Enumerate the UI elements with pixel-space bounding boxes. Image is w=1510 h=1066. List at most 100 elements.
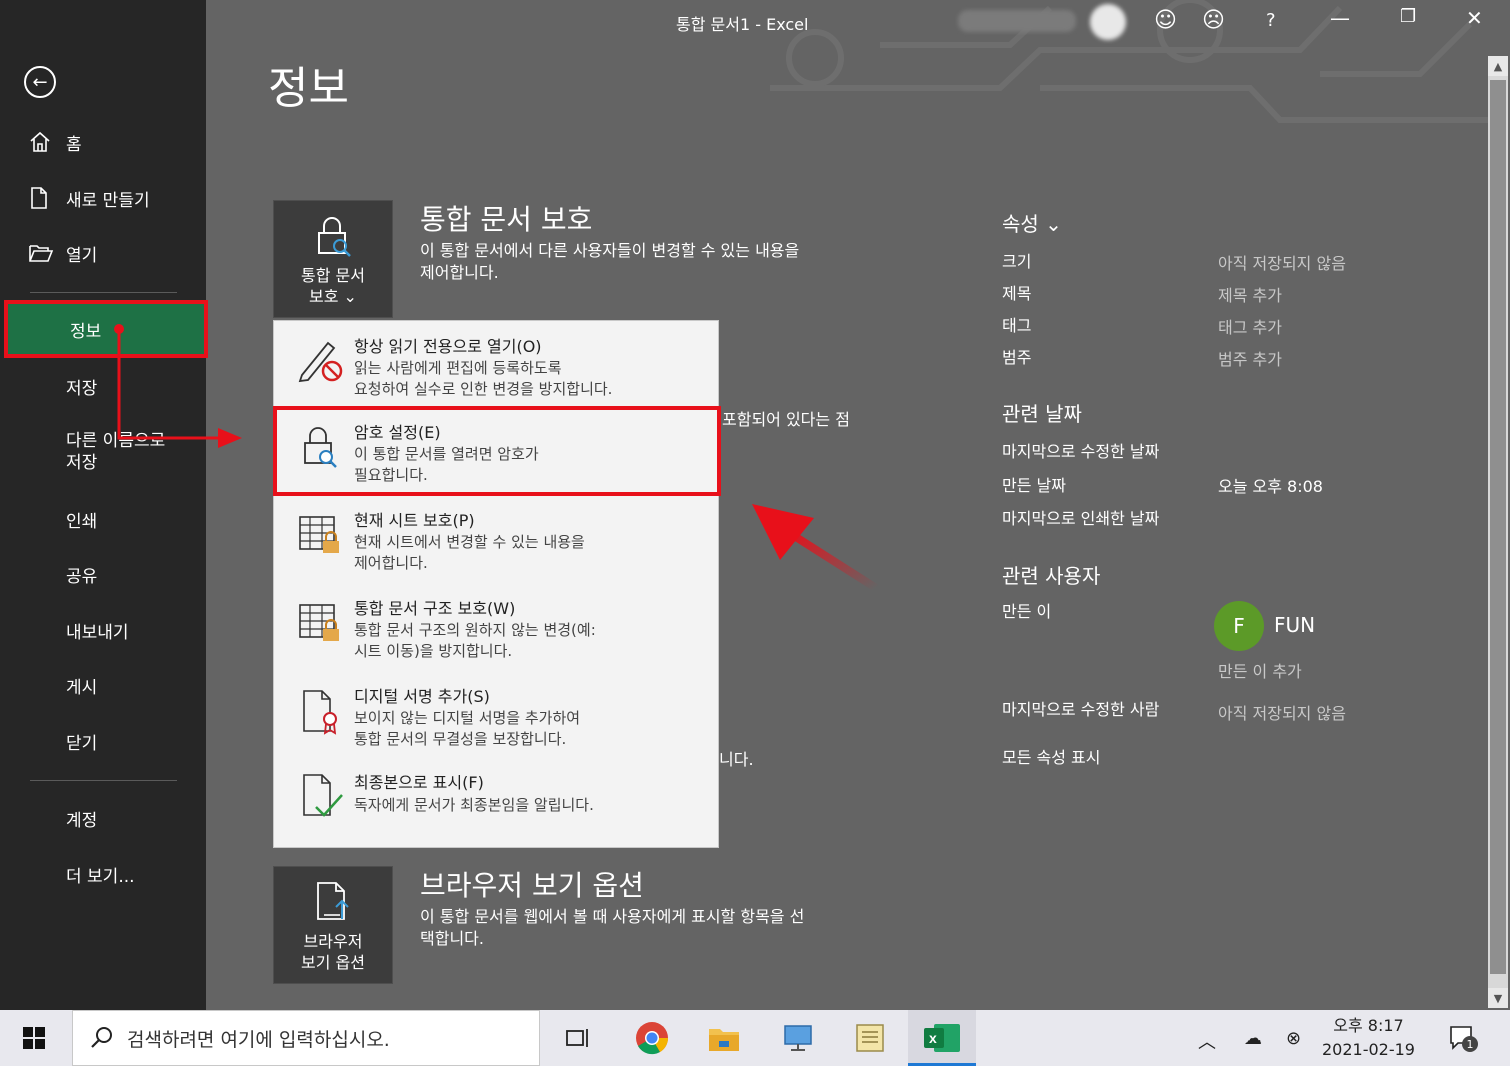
- browser-section-desc: 이 통합 문서를 웹에서 볼 때 사용자에게 표시할 항목을 선 택합니다.: [420, 907, 805, 948]
- sidebar-item-new[interactable]: 새로 만들기: [0, 176, 206, 220]
- chevron-up-icon[interactable]: ︿: [1198, 1028, 1216, 1054]
- menu-item-digital-signature[interactable]: 디지털 서명 추가(S) 보이지 않는 디지털 서명을 추가하여 통합 문서의 …: [274, 673, 718, 759]
- menu-item-protect-structure[interactable]: 통합 문서 구조 보호(W) 통합 문서 구조의 원하지 않는 변경(예: 시트…: [274, 585, 718, 671]
- sidebar-item-label: 공유: [66, 566, 98, 587]
- sidebar-item-label: 내보내기: [66, 622, 129, 643]
- task-view-icon[interactable]: [558, 1018, 598, 1058]
- vertical-scrollbar[interactable]: ▲ ▼: [1488, 56, 1508, 1008]
- menu-item-title: 최종본으로 표시(F): [354, 773, 484, 792]
- prop-label-created: 만든 날짜: [1002, 476, 1066, 495]
- browser-view-options-button[interactable]: 브라우저 보기 옵션: [273, 866, 393, 984]
- author-name[interactable]: FUN: [1274, 613, 1315, 637]
- menu-item-desc: 독자에게 문서가 최종본임을 알립니다.: [354, 796, 594, 814]
- scroll-thumb[interactable]: [1490, 80, 1506, 974]
- scroll-down-icon[interactable]: ▼: [1488, 988, 1508, 1008]
- add-author-link[interactable]: 만든 이 추가: [1218, 658, 1302, 682]
- pencil-prohibited-icon: [298, 341, 343, 383]
- title-bar: 통합 문서1 - Excel ☺ ☹ ? — ❐ ✕: [206, 0, 1510, 44]
- user-avatar[interactable]: [1090, 4, 1126, 40]
- related-people-heading: 관련 사용자: [1002, 564, 1101, 588]
- excel-icon: x: [922, 1020, 962, 1056]
- prop-label-last-modified: 마지막으로 수정한 날짜: [1002, 442, 1160, 461]
- hidden-section-text: 포함되어 있다는 점: [722, 410, 850, 429]
- svg-text:x: x: [929, 1030, 937, 1046]
- menu-item-desc: 현재 시트에서 변경할 수 있는 내용을 제어합니다.: [354, 533, 585, 572]
- sidebar-item-label: 정보: [70, 321, 102, 342]
- lock-search-icon: [318, 217, 351, 257]
- menu-item-title: 디지털 서명 추가(S): [354, 687, 490, 706]
- user-name-blurred[interactable]: [958, 10, 1076, 32]
- help-button[interactable]: ?: [1266, 10, 1276, 31]
- menu-item-title: 통합 문서 구조 보호(W): [354, 599, 516, 618]
- sidebar-item-label: 인쇄: [66, 511, 98, 532]
- sidebar-item-share[interactable]: 공유: [0, 552, 206, 596]
- browser-section-title: 브라우저 보기 옵션: [420, 869, 644, 902]
- file-explorer-icon[interactable]: [704, 1018, 744, 1058]
- remote-desktop-icon[interactable]: [778, 1018, 818, 1058]
- minimize-icon[interactable]: —: [1330, 6, 1350, 30]
- restore-icon[interactable]: ❐: [1400, 6, 1416, 27]
- close-icon[interactable]: ✕: [1466, 6, 1483, 30]
- menu-item-mark-as-final[interactable]: 최종본으로 표시(F) 독자에게 문서가 최종본임을 알립니다.: [274, 761, 718, 841]
- notification-icon[interactable]: 1: [1448, 1024, 1478, 1052]
- author-avatar[interactable]: F: [1214, 601, 1264, 651]
- page-title: 정보: [268, 63, 349, 114]
- smile-feedback-icon[interactable]: ☺: [1154, 8, 1177, 33]
- notepad-calculator-icon[interactable]: [850, 1018, 890, 1058]
- menu-item-protect-sheet[interactable]: 현재 시트 보호(P) 현재 시트에서 변경할 수 있는 내용을 제어합니다.: [274, 497, 718, 583]
- workbook-structure-lock-icon: [299, 604, 339, 641]
- sidebar-item-home[interactable]: 홈: [0, 120, 206, 164]
- prop-value-title[interactable]: 제목 추가: [1218, 282, 1282, 306]
- search-placeholder: 검색하려면 여기에 입력하십시오.: [127, 1028, 390, 1051]
- search-icon: [91, 1027, 112, 1048]
- windows-start-icon[interactable]: [14, 1018, 54, 1058]
- clock-date: 2021-02-19: [1322, 1040, 1415, 1059]
- new-document-icon: [28, 186, 56, 210]
- taskbar-search-box[interactable]: 검색하려면 여기에 입력하십시오.: [72, 1010, 540, 1066]
- protect-section-title: 통합 문서 보호: [420, 203, 593, 236]
- prop-label-categories: 범주: [1002, 348, 1032, 367]
- prop-value-created: 오늘 오후 8:08: [1218, 477, 1323, 496]
- menu-item-desc: 통합 문서 구조의 원하지 않는 변경(예: 시트 이동)을 방지합니다.: [354, 621, 596, 660]
- prop-label-size: 크기: [1002, 252, 1032, 271]
- sidebar-item-account[interactable]: 계정: [0, 796, 206, 840]
- sidebar-item-export[interactable]: 내보내기: [0, 608, 206, 652]
- prop-label-last-printed: 마지막으로 인쇄한 날짜: [1002, 509, 1160, 528]
- system-clock[interactable]: 오후 8:17 2021-02-19: [1322, 1014, 1415, 1062]
- sidebar-item-open[interactable]: 열기: [0, 231, 206, 275]
- prop-value-tags[interactable]: 태그 추가: [1218, 314, 1282, 338]
- excel-taskbar-active[interactable]: x: [908, 1010, 976, 1066]
- menu-item-desc: 보이지 않는 디지털 서명을 추가하여 통합 문서의 무결성을 보장합니다.: [354, 709, 581, 748]
- show-all-properties-link[interactable]: 모든 속성 표시: [1002, 744, 1101, 768]
- sidebar-item-publish[interactable]: 게시: [0, 663, 206, 707]
- prop-value-size: 아직 저장되지 않음: [1218, 254, 1346, 273]
- highlight-set-password: [273, 406, 721, 496]
- frown-feedback-icon[interactable]: ☹: [1202, 8, 1225, 33]
- scroll-up-icon[interactable]: ▲: [1488, 56, 1508, 76]
- network-off-icon[interactable]: ⊗: [1286, 1028, 1301, 1049]
- sidebar-item-close[interactable]: 닫기: [0, 719, 206, 763]
- menu-item-always-read-only[interactable]: 항상 읽기 전용으로 열기(O) 읽는 사람에게 편집에 등록하도록 요청하여 …: [274, 321, 718, 407]
- back-arrow-icon[interactable]: ←: [24, 66, 56, 98]
- sidebar-item-label: 게시: [66, 677, 98, 698]
- sidebar-divider: [30, 292, 177, 293]
- sheet-lock-icon: [299, 516, 339, 553]
- onedrive-icon[interactable]: ☁: [1244, 1028, 1262, 1049]
- menu-item-title: 항상 읽기 전용으로 열기(O): [354, 337, 542, 356]
- sidebar-item-more[interactable]: 더 보기...: [0, 852, 206, 896]
- home-icon: [28, 130, 56, 154]
- sidebar-item-label: 열기: [66, 245, 98, 266]
- sidebar-item-label: 더 보기...: [66, 866, 135, 887]
- sidebar-item-label: 새로 만들기: [66, 190, 150, 211]
- prop-value-categories[interactable]: 범주 추가: [1218, 346, 1282, 370]
- properties-heading[interactable]: 속성 ⌄: [1002, 208, 1062, 237]
- prop-value-last-modified-by: 아직 저장되지 않음: [1218, 704, 1346, 723]
- folder-open-icon: [28, 242, 56, 264]
- chrome-icon[interactable]: [632, 1018, 672, 1058]
- protect-workbook-menu: 항상 읽기 전용으로 열기(O) 읽는 사람에게 편집에 등록하도록 요청하여 …: [273, 320, 719, 848]
- annotation-arrow-diagonal: [752, 504, 879, 592]
- protect-workbook-button[interactable]: 통합 문서 보호 ⌄: [273, 200, 393, 318]
- protect-workbook-label: 통합 문서 보호 ⌄: [301, 266, 365, 306]
- windows-taskbar: 검색하려면 여기에 입력하십시오. x ︿ ☁ ⊗ 오후 8:17 2021-0…: [0, 1010, 1510, 1066]
- prop-label-author: 만든 이: [1002, 602, 1052, 621]
